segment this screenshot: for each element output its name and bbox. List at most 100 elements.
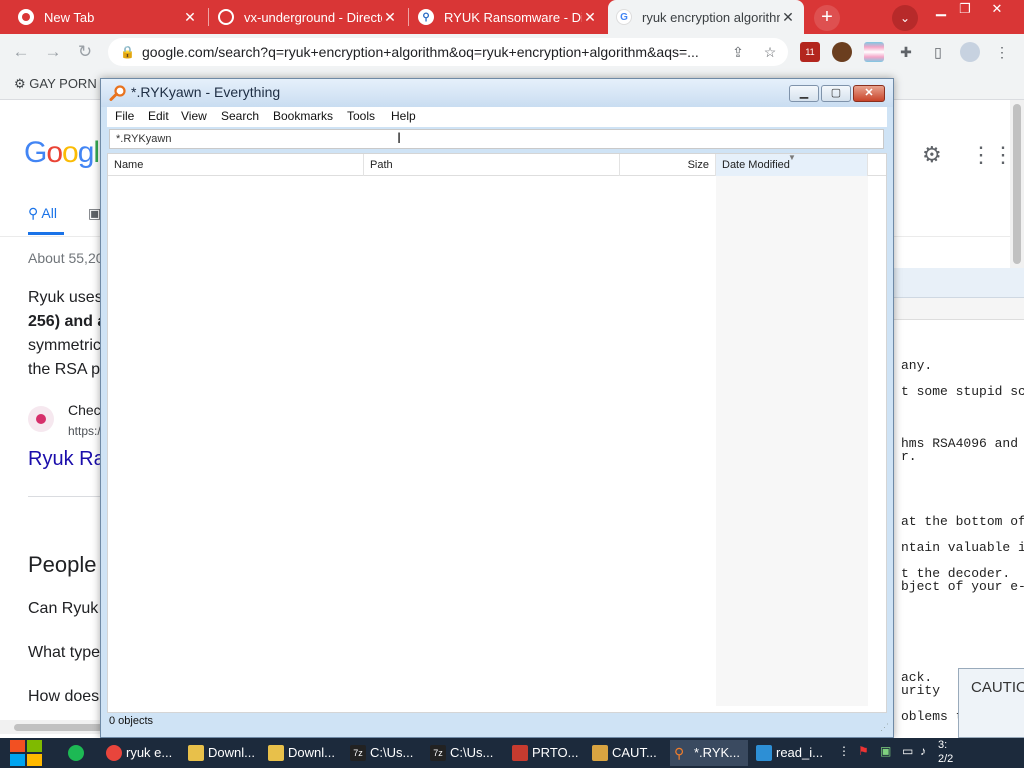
browser-toolbar: ← → ↻ 🔒 google.com/search?q=ryuk+encrypt… xyxy=(0,34,1024,70)
results-list[interactable]: Name Path Size Date Modified ▼ xyxy=(107,153,887,713)
question-item[interactable]: Can Ryuk xyxy=(28,600,98,618)
maximize-button[interactable]: ▢ xyxy=(821,85,851,102)
column-header-date-modified[interactable]: Date Modified ▼ xyxy=(716,153,868,176)
snippet-line: Ryuk uses xyxy=(28,289,103,306)
tab-new-tab[interactable]: New Tab ✕ xyxy=(10,0,206,34)
extensions-puzzle-icon[interactable]: ✚ xyxy=(896,42,916,62)
bookmark-item[interactable]: ⚙ GAY PORN xyxy=(14,76,97,92)
menu-file[interactable]: File xyxy=(115,109,134,123)
extension-flag-icon[interactable] xyxy=(864,42,884,62)
taskbar-item[interactable]: Downl... xyxy=(264,740,340,766)
taskbar-item[interactable]: Downl... xyxy=(184,740,260,766)
column-header-size[interactable]: Size xyxy=(620,154,716,176)
menu-tools[interactable]: Tools xyxy=(347,109,375,123)
extension-badge-icon[interactable]: 11 xyxy=(800,42,820,62)
caution-window[interactable]: CAUTIO xyxy=(958,668,1024,738)
7zip-icon: 7z xyxy=(430,745,446,761)
start-button[interactable] xyxy=(10,740,44,766)
menu-view[interactable]: View xyxy=(181,109,207,123)
notepad-icon xyxy=(592,745,608,761)
search-tab-all[interactable]: ⚲ All xyxy=(28,205,57,222)
spotify-icon xyxy=(68,745,84,761)
snippet-line: 256) and a xyxy=(28,313,107,330)
close-tab-icon[interactable]: ✕ xyxy=(780,9,796,26)
chrome-icon xyxy=(18,9,34,25)
column-header-path[interactable]: Path xyxy=(364,154,620,176)
apps-grid-icon[interactable]: ⋮⋮ xyxy=(970,142,1014,168)
google-logo[interactable]: Googl xyxy=(24,136,100,170)
result-link[interactable]: Ryuk Ra xyxy=(28,448,105,471)
resize-grip-icon[interactable]: ⋰ xyxy=(880,722,889,733)
question-item[interactable]: How does xyxy=(28,688,99,706)
tray-volume-icon[interactable]: ♪ xyxy=(920,744,926,758)
scrollbar-thumb[interactable] xyxy=(14,724,104,731)
note-text-line: hms RSA4096 and A xyxy=(901,436,1024,451)
snippet-line: symmetric xyxy=(28,337,101,354)
tray-overflow-icon[interactable]: ⋮ xyxy=(838,744,850,758)
note-text-line: any. xyxy=(901,358,933,373)
editor-icon xyxy=(756,745,772,761)
menu-help[interactable]: Help xyxy=(391,109,416,123)
tab-search-button[interactable]: ⌄ xyxy=(892,5,918,31)
search-icon: ⚲ xyxy=(28,205,39,221)
result-stats: About 55,20 xyxy=(28,250,104,266)
note-text-line: bject of your e-m xyxy=(901,579,1024,594)
result-url: https:/ xyxy=(68,424,101,438)
chrome-menu-icon[interactable]: ⋮ xyxy=(992,42,1012,62)
taskbar-item[interactable]: PRTO... xyxy=(508,740,584,766)
taskbar-item[interactable]: read_i... xyxy=(752,740,828,766)
caution-title: CAUTIO xyxy=(971,679,1024,696)
windows-logo-icon xyxy=(10,754,25,766)
taskbar-item-active[interactable]: ⚲ *.RYK... xyxy=(670,740,748,766)
minimize-button[interactable]: ▁ xyxy=(789,85,819,102)
close-tab-icon[interactable]: ✕ xyxy=(182,9,198,26)
share-icon[interactable]: ⇪ xyxy=(728,42,748,62)
bookmark-star-icon[interactable]: ☆ xyxy=(760,42,780,62)
tray-monitor-icon[interactable]: ▭ xyxy=(902,744,913,758)
close-window-icon[interactable]: ✕ xyxy=(982,0,1012,20)
taskbar-item[interactable]: CAUT... xyxy=(588,740,664,766)
lock-icon: 🔒 xyxy=(120,45,135,59)
forward-icon[interactable]: → xyxy=(42,41,64,63)
restore-icon[interactable]: ❐ xyxy=(950,0,980,20)
divider xyxy=(28,496,108,497)
side-panel-icon[interactable]: ▯ xyxy=(928,42,948,62)
menu-search[interactable]: Search xyxy=(221,109,259,123)
tab-strip: New Tab ✕ vx-underground - Directory ✕ ⚲… xyxy=(0,0,1024,34)
close-button[interactable]: ✕ xyxy=(853,85,885,102)
horizontal-scrollbar[interactable] xyxy=(0,720,110,734)
taskbar-item[interactable]: ryuk e... xyxy=(102,740,178,766)
tab-separator xyxy=(408,8,409,26)
search-input[interactable]: *.RYKyawn xyxy=(109,129,884,149)
extension-avatar-icon[interactable] xyxy=(832,42,852,62)
tab-ryuk-encryption[interactable]: G ryuk encryption algorithm ✕ xyxy=(608,0,804,34)
column-header-name[interactable]: Name xyxy=(108,154,364,176)
tray-network-icon[interactable]: ▣ xyxy=(880,744,891,758)
windows-logo-icon xyxy=(27,740,42,752)
tab-title: New Tab xyxy=(44,9,95,25)
new-tab-button[interactable]: + xyxy=(814,5,840,31)
close-tab-icon[interactable]: ✕ xyxy=(582,9,598,26)
menu-bookmarks[interactable]: Bookmarks xyxy=(273,109,333,123)
note-text-line: r. xyxy=(901,449,917,464)
close-tab-icon[interactable]: ✕ xyxy=(382,9,398,26)
taskbar-item[interactable]: 7z C:\Us... xyxy=(426,740,502,766)
tab-vx-underground[interactable]: vx-underground - Directory ✕ xyxy=(210,0,406,34)
window-title: *.RYKyawn - Everything xyxy=(131,84,281,100)
everything-titlebar[interactable]: *.RYKyawn - Everything ▁ ▢ ✕ xyxy=(101,79,893,107)
taskbar-pinned-app[interactable] xyxy=(66,740,86,766)
address-bar[interactable]: 🔒 google.com/search?q=ryuk+encryption+al… xyxy=(108,38,788,66)
menu-edit[interactable]: Edit xyxy=(148,109,169,123)
clock[interactable]: 3: 2/2 xyxy=(938,738,953,766)
taskbar-item[interactable]: 7z C:\Us... xyxy=(346,740,422,766)
tray-flag-icon[interactable]: ⚑ xyxy=(858,744,869,758)
scrollbar-thumb[interactable] xyxy=(1013,104,1021,264)
chrome-icon xyxy=(106,745,122,761)
settings-gear-icon[interactable]: ⚙ xyxy=(922,142,942,168)
back-icon[interactable]: ← xyxy=(10,41,32,63)
question-item[interactable]: What type xyxy=(28,644,100,662)
reload-icon[interactable]: ↻ xyxy=(74,41,96,63)
tab-ryuk-ransomware[interactable]: ⚲ RYUK Ransomware - Di ✕ xyxy=(410,0,606,34)
column-header-label: Date Modified xyxy=(722,159,790,171)
profile-avatar-icon[interactable] xyxy=(960,42,980,62)
